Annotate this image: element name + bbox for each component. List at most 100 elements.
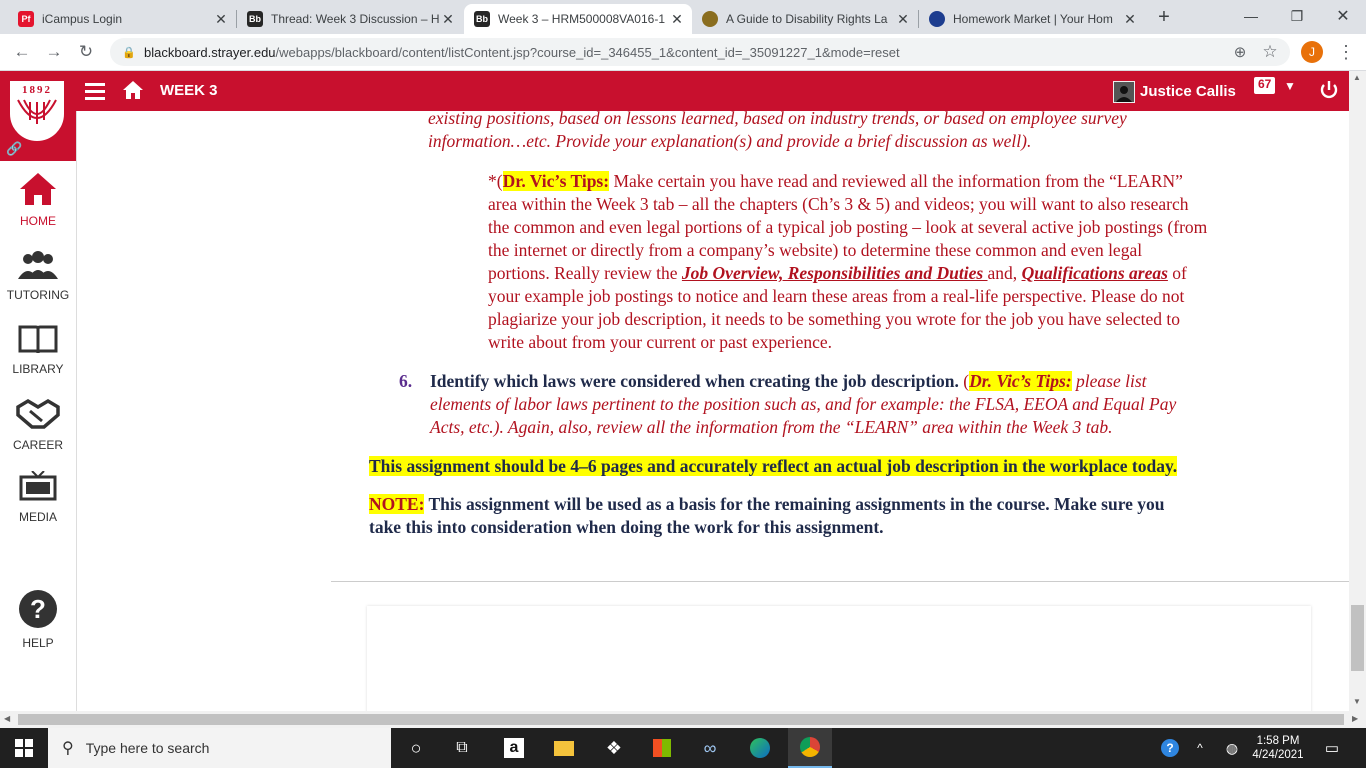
sidebar-item-home[interactable]: HOME	[0, 171, 76, 228]
svg-text:?: ?	[30, 594, 46, 624]
back-arrow-icon[interactable]: ←	[10, 40, 34, 64]
chevron-down-icon[interactable]: ▼	[1284, 79, 1296, 93]
browser-toolbar: ← → ↻ 🔒 blackboard.strayer.edu/webapps/b…	[0, 34, 1366, 71]
dr-vic-tips-block: *(Dr. Vic’s Tips: Make certain you have …	[488, 171, 1208, 352]
bb-header: WEEK 3 Justice Callis 67 ▼	[0, 71, 1366, 111]
minimize-icon[interactable]: —	[1228, 0, 1274, 32]
house-icon	[20, 173, 56, 205]
favicon-bb-icon: Bb	[247, 11, 263, 27]
tab-close-icon[interactable]: ✕	[439, 11, 457, 28]
scrollbar-thumb[interactable]	[18, 714, 1344, 725]
tab-title: Homework Market | Your Hom	[953, 12, 1113, 26]
search-placeholder: Type here to search	[85, 740, 210, 756]
note-paragraph: NOTE: This assignment will be used as a …	[369, 494, 1165, 537]
horizontal-scrollbar[interactable]: ◀ ▶	[0, 711, 1366, 728]
url-text: blackboard.strayer.edu/webapps/blackboar…	[144, 44, 900, 60]
bookmark-star-icon[interactable]: ☆	[1258, 40, 1282, 64]
logout-power-icon[interactable]	[1318, 79, 1340, 106]
reload-icon[interactable]: ↻	[74, 40, 98, 64]
favicon-pf-icon: Pf	[18, 11, 34, 27]
favicon-seal-icon	[702, 11, 718, 27]
amazon-app-icon[interactable]: a	[496, 728, 532, 768]
browser-tab-homework-market[interactable]: Homework Market | Your Hom ✕	[919, 4, 1145, 34]
taskbar-search-box[interactable]: ⚲ Type here to search	[48, 728, 391, 768]
sidebar-item-media[interactable]: MEDIA	[0, 470, 76, 524]
sidebar-item-label: MEDIA	[18, 510, 57, 524]
maximize-icon[interactable]: ❐	[1274, 0, 1320, 32]
forward-arrow-icon[interactable]: →	[42, 40, 66, 64]
hamburger-menu-icon[interactable]	[85, 81, 105, 101]
page-title: WEEK 3	[160, 82, 218, 99]
dropbox-icon[interactable]: ❖	[596, 728, 632, 768]
user-name[interactable]: Justice Callis	[1140, 83, 1236, 100]
zoom-icon[interactable]: ⊕	[1228, 40, 1252, 64]
tab-title: iCampus Login	[42, 12, 123, 26]
browser-menu-icon[interactable]: ⋮	[1334, 40, 1358, 64]
browser-tab-disability-guide[interactable]: A Guide to Disability Rights La ✕	[692, 4, 918, 34]
browser-tab-thread[interactable]: Bb Thread: Week 3 Discussion – H ✕	[237, 4, 463, 34]
seal-shield-icon: 1892	[10, 81, 64, 141]
profile-avatar[interactable]: J	[1300, 40, 1324, 64]
scroll-down-icon[interactable]: ▼	[1353, 697, 1361, 706]
action-center-icon[interactable]: ▭	[1318, 728, 1346, 768]
next-content-item	[367, 606, 1311, 711]
sidebar-item-help[interactable]: ? HELP	[0, 589, 76, 650]
question-circle-icon: ?	[19, 590, 57, 628]
tab-title: Week 3 – HRM500008VA016-1	[498, 12, 665, 26]
home-icon[interactable]	[122, 80, 144, 105]
people-group-icon	[18, 251, 58, 279]
user-avatar[interactable]	[1113, 81, 1135, 103]
sidebar-item-tutoring[interactable]: TUTORING	[0, 251, 76, 302]
tab-close-icon[interactable]: ✕	[1121, 11, 1139, 28]
infinity-app-icon[interactable]: ∞	[692, 728, 728, 768]
tab-close-icon[interactable]: ✕	[212, 11, 230, 28]
university-logo[interactable]: 1892 🔗	[0, 71, 76, 161]
tab-title: A Guide to Disability Rights La	[726, 12, 888, 26]
scroll-up-icon[interactable]: ▲	[1353, 73, 1361, 82]
tips-label: Dr. Vic’s Tips:	[502, 171, 610, 191]
help-tray-icon[interactable]: ?	[1156, 728, 1184, 768]
sidebar-item-label: HOME	[20, 214, 56, 228]
task-view-icon[interactable]: ⧉	[444, 728, 480, 768]
content-area: existing positions, based on lessons lea…	[77, 111, 1349, 711]
lock-icon: 🔒	[122, 46, 136, 59]
file-explorer-icon[interactable]	[546, 728, 582, 768]
sidebar-item-label: CAREER	[12, 438, 63, 452]
sidebar-item-label: LIBRARY	[12, 362, 64, 376]
windows-taskbar: ⚲ Type here to search ○ ⧉ a ❖ ∞ ? ^ ◍ 1:…	[0, 728, 1366, 768]
book-icon	[18, 325, 58, 354]
windows-start-icon[interactable]	[0, 728, 48, 768]
sidebar-item-career[interactable]: CAREER	[0, 397, 76, 452]
left-nav-sidebar: HOME TUTORING LIBRARY CAREER MEDIA ? HEL…	[0, 111, 77, 711]
browser-tab-icampus[interactable]: Pf iCampus Login ✕	[8, 4, 236, 34]
tv-monitor-icon	[19, 470, 57, 501]
search-icon: ⚲	[62, 740, 74, 757]
favicon-bb-icon: Bb	[474, 11, 490, 27]
sidebar-item-library[interactable]: LIBRARY	[0, 323, 76, 376]
tab-close-icon[interactable]: ✕	[668, 11, 686, 28]
instruction-continued-text: existing positions, based on lessons lea…	[428, 111, 1127, 151]
assignment-length-note: This assignment should be 4–6 pages and …	[369, 456, 1178, 476]
microsoft-store-icon[interactable]	[644, 728, 680, 768]
network-icon[interactable]: ◍	[1220, 728, 1244, 768]
edge-browser-icon[interactable]	[742, 728, 778, 768]
tray-chevron-up-icon[interactable]: ^	[1190, 728, 1210, 768]
new-tab-plus-icon[interactable]: +	[1150, 2, 1178, 32]
tab-title: Thread: Week 3 Discussion – H	[271, 12, 439, 26]
tab-close-icon[interactable]: ✕	[894, 11, 912, 28]
close-window-icon[interactable]: ✕	[1320, 0, 1366, 32]
scroll-left-icon[interactable]: ◀	[4, 714, 10, 723]
link-icon[interactable]: 🔗	[6, 141, 22, 157]
browser-tab-strip: Pf iCampus Login ✕ Bb Thread: Week 3 Dis…	[0, 0, 1366, 34]
vertical-scrollbar[interactable]: ▲ ▼	[1349, 71, 1366, 711]
cortana-circle-icon[interactable]: ○	[398, 728, 434, 768]
section-divider	[331, 581, 1349, 582]
chrome-taskbar-icon[interactable]	[788, 728, 832, 768]
handshake-icon	[16, 398, 60, 429]
scrollbar-thumb[interactable]	[1351, 605, 1364, 671]
browser-tab-week3[interactable]: Bb Week 3 – HRM500008VA016-1 ✕	[464, 4, 692, 34]
notification-badge[interactable]: 67	[1254, 77, 1276, 94]
address-bar[interactable]: 🔒 blackboard.strayer.edu/webapps/blackbo…	[110, 38, 1290, 66]
scroll-right-icon[interactable]: ▶	[1352, 714, 1358, 723]
taskbar-clock[interactable]: 1:58 PM 4/24/2021	[1248, 728, 1308, 768]
